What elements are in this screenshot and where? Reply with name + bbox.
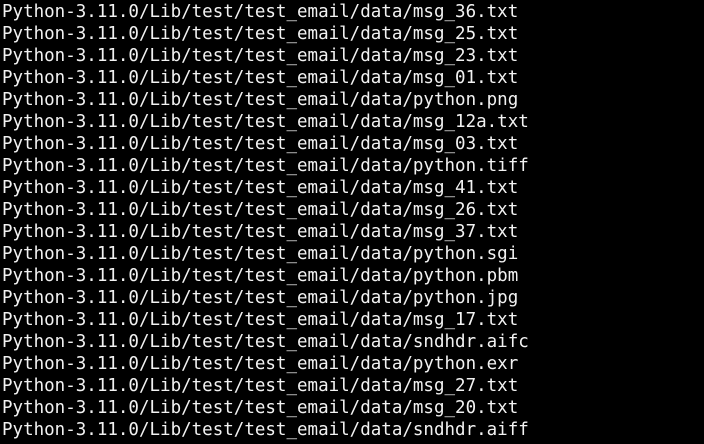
- output-line: Python-3.11.0/Lib/test/test_email/data/p…: [2, 90, 519, 110]
- output-line: Python-3.11.0/Lib/test/test_email/data/m…: [2, 178, 519, 198]
- output-line: Python-3.11.0/Lib/test/test_email/data/m…: [2, 46, 519, 66]
- output-line: Python-3.11.0/Lib/test/test_email/data/m…: [2, 24, 519, 44]
- output-line: Python-3.11.0/Lib/test/test_email/data/m…: [2, 376, 519, 396]
- output-line: Python-3.11.0/Lib/test/test_email/data/m…: [2, 200, 519, 220]
- output-line: Python-3.11.0/Lib/test/test_email/data/p…: [2, 156, 529, 176]
- output-line: Python-3.11.0/Lib/test/test_email/data/m…: [2, 68, 519, 88]
- output-line: Python-3.11.0/Lib/test/test_email/data/p…: [2, 266, 519, 286]
- terminal-window[interactable]: Python-3.11.0/Lib/test/test_email/data/m…: [0, 0, 704, 444]
- output-line: Python-3.11.0/Lib/test/test_email/data/s…: [2, 332, 529, 352]
- output-line: Python-3.11.0/Lib/test/test_email/data/m…: [2, 2, 519, 22]
- output-line: Python-3.11.0/Lib/test/test_email/data/m…: [2, 112, 529, 132]
- output-line: Python-3.11.0/Lib/test/test_email/data/s…: [2, 420, 529, 440]
- output-line: Python-3.11.0/Lib/test/test_email/data/m…: [2, 310, 519, 330]
- output-line: Python-3.11.0/Lib/test/test_email/data/m…: [2, 222, 519, 242]
- terminal-output: Python-3.11.0/Lib/test/test_email/data/m…: [0, 0, 704, 441]
- output-line: Python-3.11.0/Lib/test/test_email/data/m…: [2, 134, 519, 154]
- output-line: Python-3.11.0/Lib/test/test_email/data/p…: [2, 288, 519, 308]
- output-line: Python-3.11.0/Lib/test/test_email/data/p…: [2, 244, 519, 264]
- output-line: Python-3.11.0/Lib/test/test_email/data/m…: [2, 398, 519, 418]
- output-line: Python-3.11.0/Lib/test/test_email/data/p…: [2, 354, 519, 374]
